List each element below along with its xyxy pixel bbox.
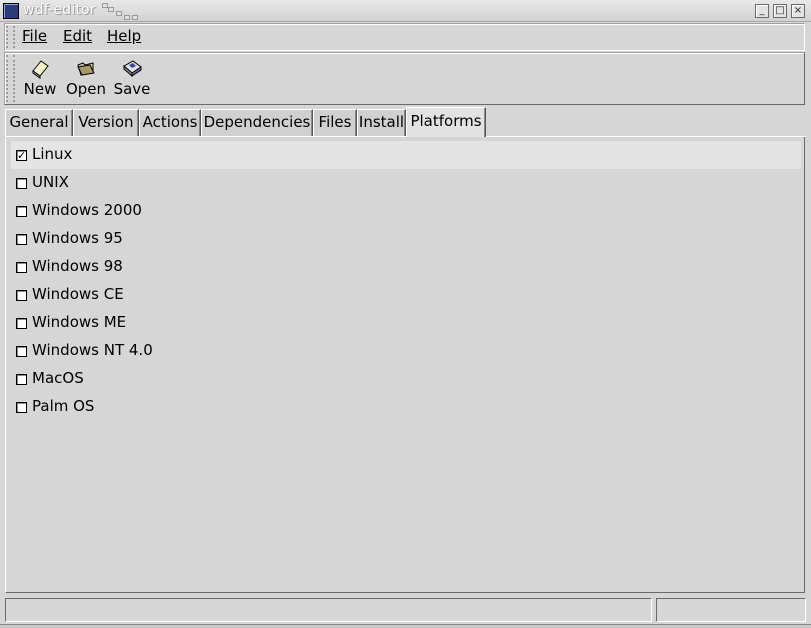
save-button[interactable]: Save bbox=[109, 57, 155, 101]
open-button[interactable]: Open bbox=[63, 57, 109, 101]
platform-label: Windows 2000 bbox=[32, 201, 142, 219]
status-bar bbox=[5, 598, 652, 622]
platform-label: Windows 95 bbox=[32, 229, 123, 247]
toolbar: New Open Save bbox=[4, 52, 805, 105]
title-bar[interactable]: wdf-editor _ □ × bbox=[0, 0, 811, 22]
platform-row-windows-nt[interactable]: Windows NT 4.0 bbox=[11, 337, 801, 365]
menu-bar: File Edit Help bbox=[4, 23, 805, 51]
tab-install[interactable]: Install bbox=[357, 109, 406, 136]
tab-actions[interactable]: Actions bbox=[139, 109, 201, 136]
tab-files[interactable]: Files bbox=[313, 109, 357, 136]
platform-label: Windows NT 4.0 bbox=[32, 341, 153, 359]
tab-version[interactable]: Version bbox=[73, 109, 139, 136]
menu-help-label: Help bbox=[107, 27, 142, 45]
menu-edit-label: Edit bbox=[63, 27, 93, 45]
platform-row-windows-2000[interactable]: Windows 2000 bbox=[11, 197, 801, 225]
new-button-label: New bbox=[23, 80, 57, 98]
windows-nt-checkbox[interactable] bbox=[16, 346, 27, 357]
platform-row-windows-me[interactable]: Windows ME bbox=[11, 309, 801, 337]
platform-label: Windows CE bbox=[32, 285, 124, 303]
close-button[interactable]: × bbox=[791, 4, 805, 18]
windows-2000-checkbox[interactable] bbox=[16, 206, 27, 217]
window-title: wdf-editor bbox=[23, 2, 96, 18]
platform-label: MacOS bbox=[32, 369, 84, 387]
windows-95-checkbox[interactable] bbox=[16, 234, 27, 245]
save-button-label: Save bbox=[113, 80, 151, 98]
windows-me-checkbox[interactable] bbox=[16, 318, 27, 329]
windows-ce-checkbox[interactable] bbox=[16, 290, 27, 301]
menu-file[interactable]: File bbox=[19, 27, 50, 45]
tab-dependencies[interactable]: Dependencies bbox=[201, 109, 313, 136]
platform-row-windows-ce[interactable]: Windows CE bbox=[11, 281, 801, 309]
minimize-button[interactable]: _ bbox=[755, 4, 769, 18]
macos-checkbox[interactable] bbox=[16, 374, 27, 385]
menubar-grip-handle[interactable] bbox=[6, 26, 15, 48]
menu-edit[interactable]: Edit bbox=[60, 27, 95, 45]
window-menu-icon[interactable] bbox=[3, 3, 19, 19]
platform-row-windows-98[interactable]: Windows 98 bbox=[11, 253, 801, 281]
status-bar-secondary bbox=[656, 598, 806, 622]
save-disk-icon bbox=[123, 60, 142, 78]
unix-checkbox[interactable] bbox=[16, 178, 27, 189]
windows-98-checkbox[interactable] bbox=[16, 262, 27, 273]
menu-file-label: File bbox=[22, 27, 48, 45]
platform-label: Linux bbox=[32, 145, 73, 163]
platform-row-linux[interactable]: Linux bbox=[11, 141, 801, 169]
new-file-icon bbox=[32, 60, 49, 79]
linux-checkbox[interactable] bbox=[16, 150, 27, 161]
platform-label: UNIX bbox=[32, 173, 69, 191]
toolbar-grip-handle[interactable] bbox=[6, 55, 15, 102]
title-decoration bbox=[102, 3, 140, 21]
open-button-label: Open bbox=[65, 80, 107, 98]
open-folder-icon bbox=[77, 62, 95, 76]
tab-general[interactable]: General bbox=[5, 109, 73, 136]
maximize-button[interactable]: □ bbox=[773, 4, 787, 18]
window-bottom-edge bbox=[0, 624, 811, 628]
menu-help[interactable]: Help bbox=[104, 27, 144, 45]
platform-row-unix[interactable]: UNIX bbox=[11, 169, 801, 197]
platform-label: Windows 98 bbox=[32, 257, 123, 275]
tab-bar: General Version Actions Dependencies Fil… bbox=[5, 107, 806, 137]
platform-row-macos[interactable]: MacOS bbox=[11, 365, 801, 393]
platform-row-palm-os[interactable]: Palm OS bbox=[11, 393, 801, 421]
palm-os-checkbox[interactable] bbox=[16, 402, 27, 413]
new-button[interactable]: New bbox=[17, 57, 63, 101]
platform-label: Palm OS bbox=[32, 397, 95, 415]
platform-row-windows-95[interactable]: Windows 95 bbox=[11, 225, 801, 253]
platforms-panel: Linux UNIX Windows 2000 Windows 95 Windo… bbox=[5, 137, 805, 593]
tab-platforms[interactable]: Platforms bbox=[406, 107, 486, 137]
platform-label: Windows ME bbox=[32, 313, 127, 331]
